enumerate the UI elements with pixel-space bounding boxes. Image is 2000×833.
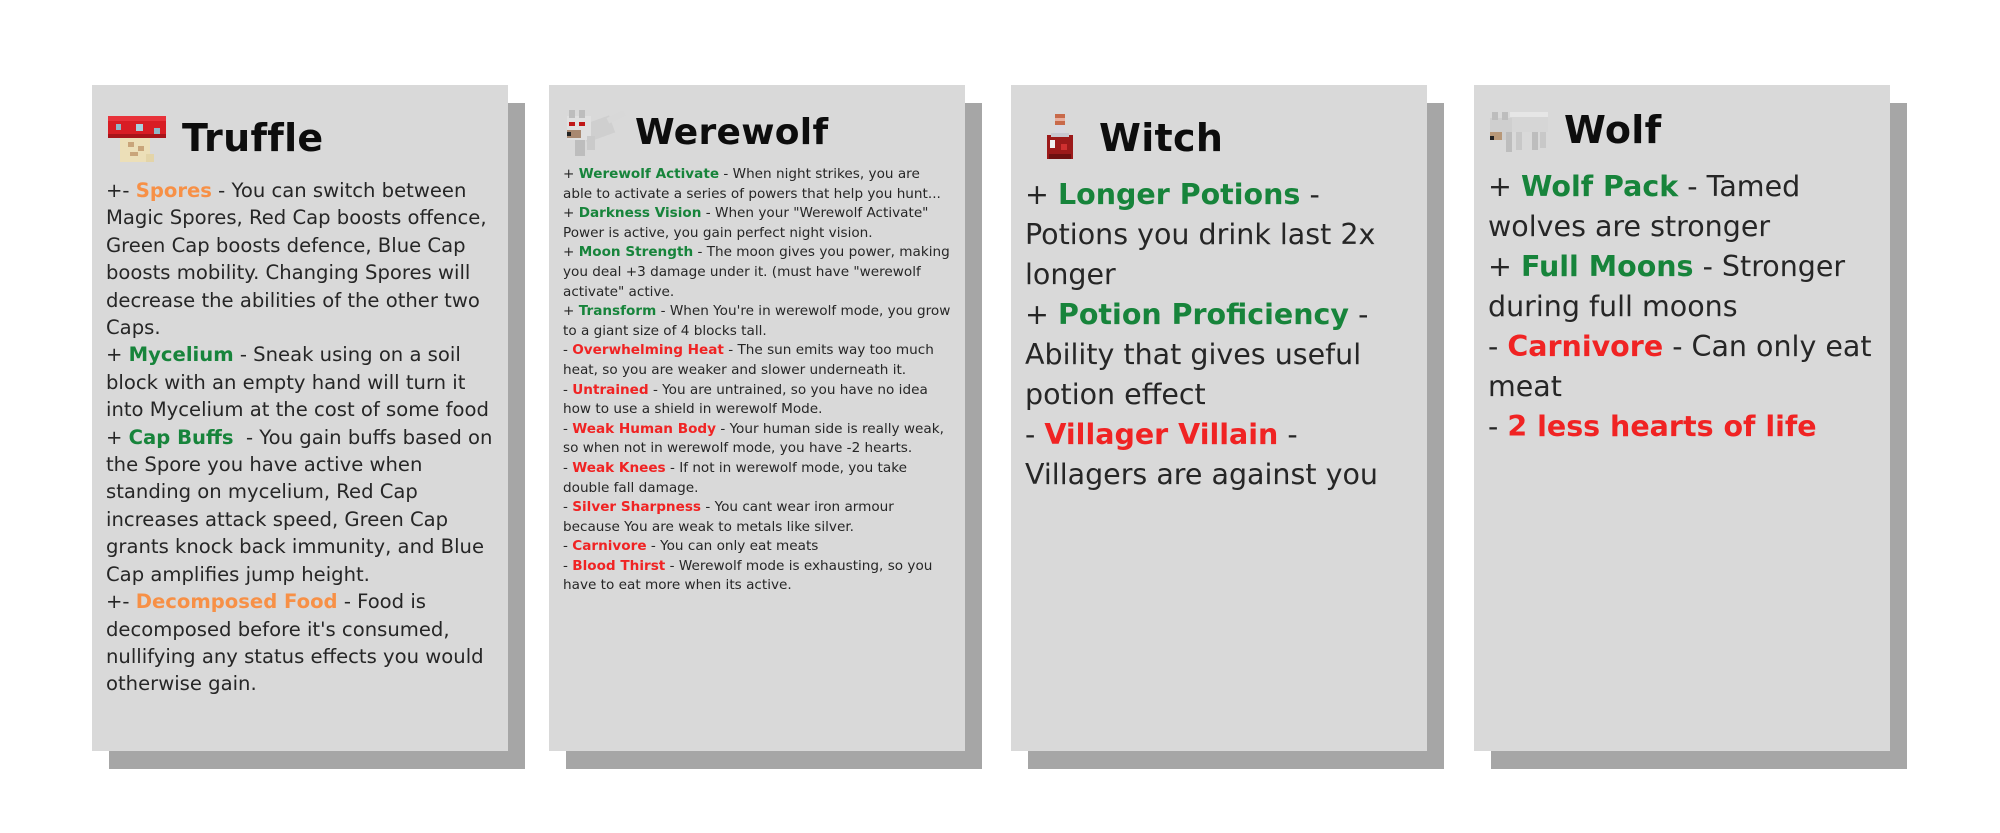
trait-item: + Mycelium - Sneak using on a soil block… xyxy=(106,341,494,423)
trait-name: Blood Thirst xyxy=(572,557,666,574)
trait-name: Mycelium xyxy=(128,343,234,367)
trait-name: Villager Villain xyxy=(1044,418,1279,451)
trait-prefix: + xyxy=(1025,298,1058,331)
card-title: Werewolf xyxy=(635,111,829,153)
trait-name: Transform xyxy=(578,303,657,320)
trait-prefix: + xyxy=(563,166,579,182)
trait-name: Untrained xyxy=(572,381,649,398)
trait-name: Decomposed Food xyxy=(135,590,338,614)
wolf-icon xyxy=(1488,102,1552,158)
trait-name: Moon Strength xyxy=(578,244,694,261)
origin-card-truffle: Truffle +- Spores - You can switch betwe… xyxy=(92,85,525,769)
werewolf-icon xyxy=(563,104,627,160)
trait-item: +- Spores - You can switch between Magic… xyxy=(106,177,494,341)
trait-description: - You gain buffs based on the Spore you … xyxy=(106,425,499,586)
trait-prefix: - xyxy=(1025,418,1045,451)
trait-prefix: - xyxy=(563,459,573,476)
trait-prefix: - xyxy=(1488,330,1508,363)
trait-prefix: + xyxy=(563,303,579,320)
trait-prefix: + xyxy=(106,343,129,367)
trait-name: Cap Buffs xyxy=(128,425,234,449)
trait-name: Full Moons xyxy=(1520,250,1694,283)
card-header: Werewolf xyxy=(563,99,951,165)
trait-prefix: + xyxy=(563,244,579,261)
trait-item: + Darkness Vision - When your "Werewolf … xyxy=(563,204,951,243)
trait-item: + Werewolf Activate - When night strikes… xyxy=(563,165,951,204)
trait-item: + Transform - When You're in werewolf mo… xyxy=(563,302,951,341)
trait-name: Wolf Pack xyxy=(1520,170,1679,203)
trait-item: - Weak Human Body - Your human side is r… xyxy=(563,420,951,459)
origin-card-wolf: Wolf + Wolf Pack - Tamed wolves are stro… xyxy=(1474,85,1907,769)
potion-bottle-icon xyxy=(1031,110,1087,166)
trait-description: - You can only eat meats xyxy=(646,538,819,555)
trait-name: Darkness Vision xyxy=(578,205,702,222)
trait-prefix: + xyxy=(1488,250,1521,283)
trait-prefix: - xyxy=(563,342,573,359)
trait-prefix: - xyxy=(563,557,573,574)
trait-item: - Overwhelming Heat - The sun emits way … xyxy=(563,341,951,380)
trait-prefix: +- xyxy=(106,179,136,202)
trait-prefix: - xyxy=(563,499,573,516)
trait-prefix: - xyxy=(563,381,573,398)
trait-item: + Potion Proficiency - Ability that give… xyxy=(1025,295,1413,415)
card-panel: Witch + Longer Potions - Potions you dri… xyxy=(1011,85,1427,751)
trait-item: - Blood Thirst - Werewolf mode is exhaus… xyxy=(563,557,951,596)
trait-name: Weak Human Body xyxy=(572,420,717,437)
card-header: Witch xyxy=(1025,103,1413,173)
trait-name: Spores xyxy=(135,179,212,202)
trait-item: + Full Moons - Stronger during full moon… xyxy=(1488,247,1876,327)
trait-prefix: + xyxy=(106,425,129,449)
card-header: Wolf xyxy=(1488,95,1876,165)
trait-prefix: - xyxy=(563,538,573,555)
origin-card-werewolf: Werewolf + Werewolf Activate - When nigh… xyxy=(549,85,982,769)
trait-prefix: +- xyxy=(106,590,136,614)
trait-item: - Weak Knees - If not in werewolf mode, … xyxy=(563,459,951,498)
card-panel: Truffle +- Spores - You can switch betwe… xyxy=(92,85,508,751)
trait-prefix: - xyxy=(1488,410,1508,443)
trait-item: - Untrained - You are untrained, so you … xyxy=(563,381,951,420)
trait-item: - Carnivore - Can only eat meat xyxy=(1488,327,1876,407)
trait-item: +- Decomposed Food - Food is decomposed … xyxy=(106,588,494,698)
trait-name: Carnivore xyxy=(1507,330,1664,363)
trait-prefix: + xyxy=(1025,178,1058,211)
trait-list: + Longer Potions - Potions you drink las… xyxy=(1025,175,1413,495)
mushroom-creature-icon xyxy=(106,110,170,166)
trait-item: + Longer Potions - Potions you drink las… xyxy=(1025,175,1413,295)
trait-list: +- Spores - You can switch between Magic… xyxy=(106,177,494,698)
trait-name: Longer Potions xyxy=(1057,178,1301,211)
trait-item: + Cap Buffs - You gain buffs based on th… xyxy=(106,424,494,588)
trait-item: - Silver Sharpness - You cant wear iron … xyxy=(563,498,951,537)
trait-name: Silver Sharpness xyxy=(572,499,702,516)
trait-item: + Moon Strength - The moon gives you pow… xyxy=(563,243,951,302)
trait-prefix: + xyxy=(563,205,579,222)
trait-prefix: - xyxy=(563,420,573,437)
trait-name: Werewolf Activate xyxy=(578,166,720,182)
card-header: Truffle xyxy=(106,103,494,173)
trait-name: Weak Knees xyxy=(572,459,666,476)
trait-list: + Werewolf Activate - When night strikes… xyxy=(563,165,951,596)
origin-card-witch: Witch + Longer Potions - Potions you dri… xyxy=(1011,85,1444,769)
trait-name: Potion Proficiency xyxy=(1057,298,1350,331)
card-panel: Werewolf + Werewolf Activate - When nigh… xyxy=(549,85,965,751)
card-title: Witch xyxy=(1099,116,1224,160)
trait-item: - Villager Villain - Villagers are again… xyxy=(1025,415,1413,495)
trait-name: 2 less hearts of life xyxy=(1507,410,1817,443)
trait-prefix: + xyxy=(1488,170,1521,203)
card-title: Truffle xyxy=(182,116,324,160)
trait-name: Overwhelming Heat xyxy=(572,342,724,359)
trait-item: + Wolf Pack - Tamed wolves are stronger xyxy=(1488,167,1876,247)
trait-list: + Wolf Pack - Tamed wolves are stronger … xyxy=(1488,167,1876,447)
trait-name: Carnivore xyxy=(572,538,647,555)
card-panel: Wolf + Wolf Pack - Tamed wolves are stro… xyxy=(1474,85,1890,751)
trait-description: - You can switch between Magic Spores, R… xyxy=(106,179,487,340)
trait-item: - Carnivore - You can only eat meats xyxy=(563,537,951,557)
trait-item: - 2 less hearts of life xyxy=(1488,407,1876,447)
card-title: Wolf xyxy=(1564,108,1662,152)
